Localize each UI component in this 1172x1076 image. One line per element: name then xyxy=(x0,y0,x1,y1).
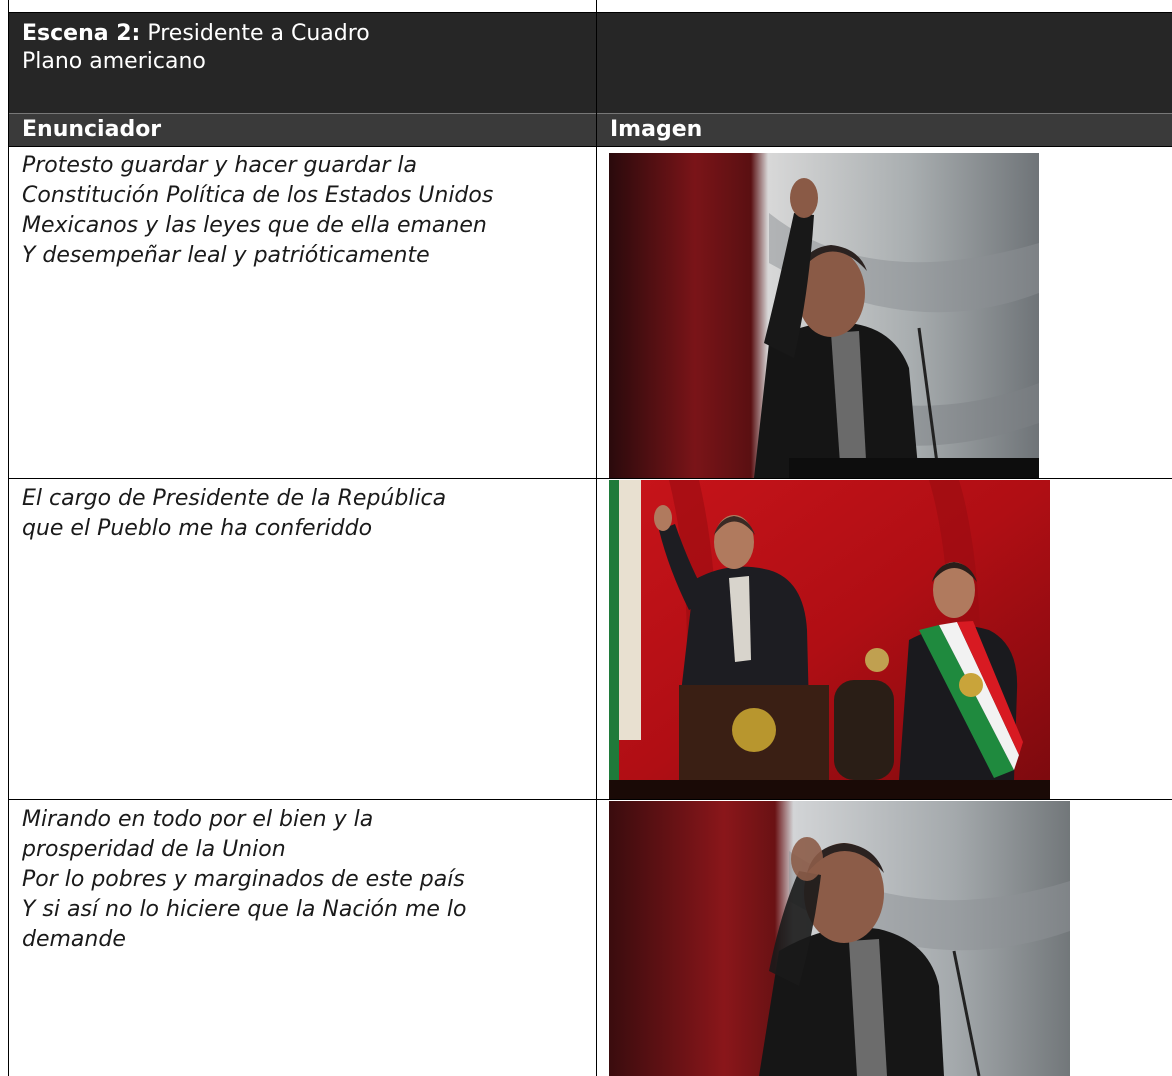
scene-title-block: Escena 2: Presidente a Cuadro Plano amer… xyxy=(22,20,370,76)
row-1-text: Protesto guardar y hacer guardar la Cons… xyxy=(22,151,582,271)
video-frame-1 xyxy=(609,153,1039,478)
text-line: demande xyxy=(22,927,126,952)
scene-label: Escena 2: xyxy=(22,21,141,46)
table-left-border xyxy=(8,0,9,1076)
video-frame-3 xyxy=(609,801,1070,1076)
shot-type: Plano americano xyxy=(22,49,206,74)
row-2-text: El cargo de Presidente de la República q… xyxy=(22,484,582,544)
text-line: Protesto guardar y hacer guardar la xyxy=(22,153,418,178)
column-divider xyxy=(596,0,597,1076)
column-header-speaker: Enunciador xyxy=(22,117,162,142)
text-line: Y desempeñar leal y patrióticamente xyxy=(22,243,430,268)
text-line: Mirando en todo por el bien y la xyxy=(22,807,374,832)
column-header-image: Imagen xyxy=(610,117,703,142)
video-frame-2 xyxy=(609,480,1050,799)
column-header-row xyxy=(8,113,1172,146)
text-line: Por lo pobres y marginados de este país xyxy=(22,867,465,892)
table-top-border xyxy=(8,12,1172,13)
row-divider xyxy=(8,146,1172,147)
text-line: Constitución Política de los Estados Uni… xyxy=(22,183,494,208)
header-divider xyxy=(8,113,1172,114)
row-divider xyxy=(8,799,1172,800)
text-line: Y si así no lo hiciere que la Nación me … xyxy=(22,897,467,922)
scene-title: Presidente a Cuadro xyxy=(147,21,370,46)
text-line: prosperidad de la Union xyxy=(22,837,286,862)
text-line: Mexicanos y las leyes que de ella emanen xyxy=(22,213,487,238)
row-divider xyxy=(8,478,1172,479)
text-line: El cargo de Presidente de la República xyxy=(22,486,447,511)
row-3-text: Mirando en todo por el bien y la prosper… xyxy=(22,805,582,955)
text-line: que el Pueblo me ha conferiddo xyxy=(22,516,373,541)
